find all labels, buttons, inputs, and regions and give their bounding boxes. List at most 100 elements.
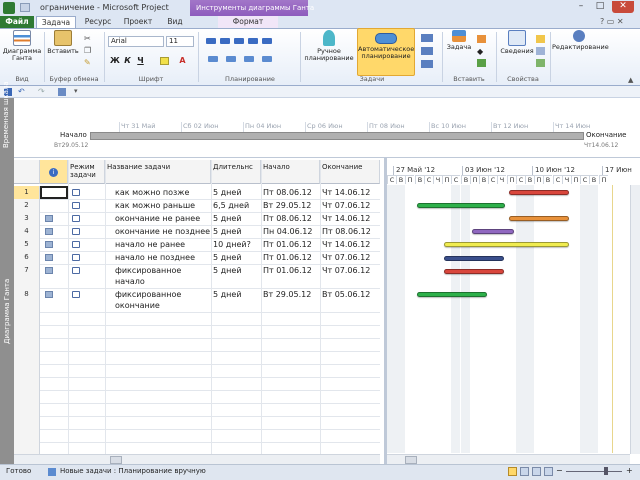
duration-cell[interactable]: 5 дней [213, 212, 261, 225]
cut-icon[interactable]: ✂ [84, 34, 91, 43]
task-name-cell[interactable]: окончание не позднее [115, 225, 210, 238]
finish-cell[interactable]: Чт 07.06.12 [322, 264, 380, 288]
task-bar[interactable] [509, 190, 569, 195]
start-cell[interactable]: Пт 08.06.12 [263, 212, 320, 225]
finish-cell[interactable]: Чт 07.06.12 [322, 199, 380, 212]
zoom-out-icon[interactable]: − [556, 466, 563, 475]
column-header-mode[interactable]: Режим задачи [68, 160, 105, 184]
pct25-icon[interactable] [220, 38, 230, 44]
resource-sheet-status-icon[interactable] [544, 467, 553, 476]
row-number[interactable]: 7 [14, 264, 40, 288]
start-cell[interactable]: Пт 08.06.12 [263, 186, 320, 199]
column-header-start[interactable]: Начало [261, 160, 320, 184]
column-header-name[interactable]: Название задачи [105, 160, 211, 184]
row-number[interactable]: 2 [14, 199, 40, 212]
column-header-duration[interactable]: Длительнс [211, 160, 261, 184]
finish-cell[interactable]: Чт 14.06.12 [322, 186, 380, 199]
editing-button[interactable]: Редактирование [552, 28, 609, 76]
start-cell[interactable]: Пн 04.06.12 [263, 225, 320, 238]
finish-cell[interactable]: Чт 14.06.12 [322, 238, 380, 251]
finish-cell[interactable]: Чт 07.06.12 [322, 251, 380, 264]
grid-horizontal-scrollbar[interactable] [14, 454, 380, 464]
font-size-select[interactable]: 11 [166, 36, 194, 47]
chart-vertical-scrollbar[interactable] [630, 185, 640, 454]
redo-icon[interactable]: ↷ [38, 87, 45, 96]
help-icon[interactable]: ? ▭ ✕ [600, 17, 624, 26]
zoom-in-icon[interactable]: + [626, 466, 633, 475]
empty-row-number[interactable] [14, 390, 40, 403]
format-painter-icon[interactable]: ✎ [84, 58, 91, 67]
selected-cell[interactable] [40, 186, 68, 199]
close-icon[interactable]: ✕ [612, 1, 634, 13]
duration-cell[interactable]: 5 дней [213, 264, 261, 288]
duration-cell[interactable]: 5 дней [213, 225, 261, 238]
collapse-ribbon-icon[interactable]: ▲ [628, 76, 633, 84]
milestone-icon[interactable]: ◆ [477, 47, 483, 56]
finish-cell[interactable]: Вт 05.06.12 [322, 288, 380, 312]
task-name-cell[interactable]: фиксированное начало [115, 264, 210, 288]
task-usage-status-icon[interactable] [520, 467, 529, 476]
copy-icon[interactable]: ❐ [84, 46, 91, 55]
pct0-icon[interactable] [206, 38, 216, 44]
gantt-view-button[interactable]: Диаграмма Ганта [2, 28, 42, 76]
start-cell[interactable]: Вт 29.05.12 [263, 199, 320, 212]
start-cell[interactable]: Пт 01.06.12 [263, 238, 320, 251]
task-view-icon[interactable] [58, 88, 66, 96]
finish-cell[interactable]: Пт 08.06.12 [322, 225, 380, 238]
empty-row-number[interactable] [14, 312, 40, 325]
mode-icon[interactable] [421, 60, 433, 68]
grid-scroll-thumb[interactable] [110, 456, 122, 464]
start-cell[interactable]: Пт 01.06.12 [263, 251, 320, 264]
qat-customize-icon[interactable]: ▾ [74, 87, 78, 95]
team-planner-status-icon[interactable] [532, 467, 541, 476]
empty-row-number[interactable] [14, 416, 40, 429]
empty-row-number[interactable] [14, 338, 40, 351]
add-timeline-icon[interactable] [536, 59, 545, 67]
empty-row-number[interactable] [14, 377, 40, 390]
timeline-bar[interactable] [90, 132, 584, 140]
font-color-icon[interactable]: A [178, 56, 187, 65]
underline-button[interactable]: Ч [136, 56, 145, 65]
row-number[interactable]: 3 [14, 212, 40, 225]
task-name-cell[interactable]: как можно позже [115, 186, 210, 199]
pct100-icon[interactable] [262, 38, 272, 44]
italic-button[interactable]: К [123, 56, 132, 65]
highlight-icon[interactable] [160, 57, 169, 65]
task-bar[interactable] [509, 216, 569, 221]
duration-cell[interactable]: 5 дней [213, 186, 261, 199]
font-name-select[interactable]: Arial [108, 36, 164, 47]
finish-cell[interactable]: Чт 14.06.12 [322, 212, 380, 225]
unlink-icon[interactable] [262, 56, 272, 62]
tab-format[interactable]: Формат [218, 16, 278, 28]
row-number[interactable]: 5 [14, 238, 40, 251]
empty-row-number[interactable] [14, 403, 40, 416]
new-tasks-mode[interactable]: Новые задачи : Планирование вручную [60, 467, 206, 475]
maximize-icon[interactable]: □ [592, 1, 608, 13]
summary-icon[interactable] [477, 35, 486, 43]
zoom-slider-track[interactable] [566, 471, 622, 472]
duration-cell[interactable]: 5 дней [213, 251, 261, 264]
column-header-finish[interactable]: Окончание [320, 160, 380, 184]
empty-row-number[interactable] [14, 325, 40, 338]
select-all-corner[interactable] [14, 160, 40, 184]
start-cell[interactable]: Пт 01.06.12 [263, 264, 320, 288]
tab-project[interactable]: Проект [118, 16, 158, 28]
minimize-icon[interactable]: – [573, 1, 589, 13]
row-number[interactable]: 4 [14, 225, 40, 238]
start-cell[interactable]: Вт 29.05.12 [263, 288, 320, 312]
empty-row-number[interactable] [14, 429, 40, 442]
chart-scroll-thumb[interactable] [405, 456, 417, 464]
link-icon[interactable] [244, 56, 254, 62]
task-bar[interactable] [444, 242, 569, 247]
task-bar[interactable] [417, 203, 505, 208]
empty-row-number[interactable] [14, 364, 40, 377]
move-icon[interactable] [421, 47, 433, 55]
empty-row-number[interactable] [14, 351, 40, 364]
insert-task-button[interactable]: Задача [444, 28, 474, 76]
task-name-cell[interactable]: окончание не ранее [115, 212, 210, 225]
row-number[interactable]: 1 [14, 186, 40, 199]
inspect-icon[interactable] [421, 34, 433, 42]
task-bar[interactable] [417, 292, 487, 297]
paste-button[interactable]: Вставить [46, 28, 80, 76]
details-icon[interactable] [536, 47, 545, 55]
